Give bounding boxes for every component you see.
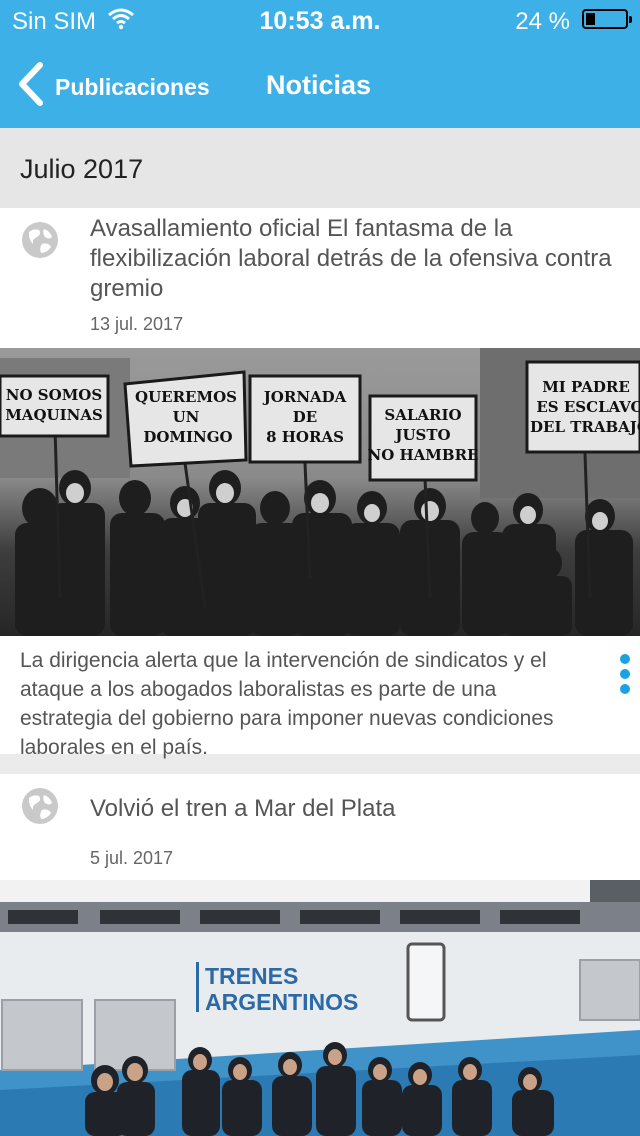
news-title[interactable]: Avasallamiento oficial El fantasma de la… <box>90 214 620 304</box>
battery-percent: 24 % <box>515 8 570 35</box>
sign-text: NO HAMBRE <box>368 446 479 464</box>
news-photo-protest[interactable]: NO SOMOS MAQUINAS QUEREMOS UN DOMINGO JO… <box>0 348 640 636</box>
sign-text: QUEREMOS <box>135 388 237 406</box>
news-summary: La dirigencia alerta que la intervención… <box>20 649 554 759</box>
train-illustration: TRENES ARGENTINOS <box>0 880 640 1136</box>
news-card[interactable]: Volvió el tren a Mar del Plata 5 jul. 20… <box>0 774 640 1136</box>
more-options-icon[interactable] <box>618 654 632 698</box>
sign-text: SALARIO <box>384 406 461 424</box>
news-date: 13 jul. 2017 <box>90 314 184 334</box>
sign-text: JUSTO <box>393 426 450 444</box>
section-label: Julio 2017 <box>20 154 144 184</box>
globe-icon <box>22 222 58 258</box>
news-date: 5 jul. 2017 <box>90 848 174 868</box>
back-button[interactable]: Publicaciones <box>55 74 210 101</box>
sign-text: MI PADRE <box>542 378 630 396</box>
back-chevron-icon[interactable] <box>14 62 54 106</box>
sign-text: DEL TRABAJO <box>530 418 640 436</box>
sign-text: DE <box>293 408 317 426</box>
sign-text: JORNADA <box>262 388 347 406</box>
battery-icon <box>582 9 632 29</box>
sign-text: UN <box>173 408 200 426</box>
globe-icon <box>22 788 58 824</box>
protest-illustration: NO SOMOS MAQUINAS QUEREMOS UN DOMINGO JO… <box>0 348 640 636</box>
page-title: Noticias <box>266 70 372 100</box>
news-card[interactable]: Avasallamiento oficial El fantasma de la… <box>0 208 640 759</box>
status-bar: Sin SIM 10:53 a.m. 24 % <box>0 0 640 40</box>
news-title[interactable]: Volvió el tren a Mar del Plata <box>90 794 620 824</box>
news-photo-train[interactable]: TRENES ARGENTINOS <box>0 880 640 1136</box>
sign-text: MAQUINAS <box>5 406 103 424</box>
sign-text: ES ESCLAVO <box>536 398 640 416</box>
sign-text: 8 HORAS <box>266 428 344 446</box>
train-logo-text: ARGENTINOS <box>205 989 358 1015</box>
sign-text: NO SOMOS <box>6 386 102 404</box>
month-section-header: Julio 2017 <box>0 128 640 208</box>
navigation-bar: Publicaciones Noticias <box>0 40 640 128</box>
train-logo-text: TRENES <box>205 963 298 989</box>
app-header: Sin SIM 10:53 a.m. 24 % Publicaciones No… <box>0 0 640 128</box>
sign-text: DOMINGO <box>143 428 232 446</box>
